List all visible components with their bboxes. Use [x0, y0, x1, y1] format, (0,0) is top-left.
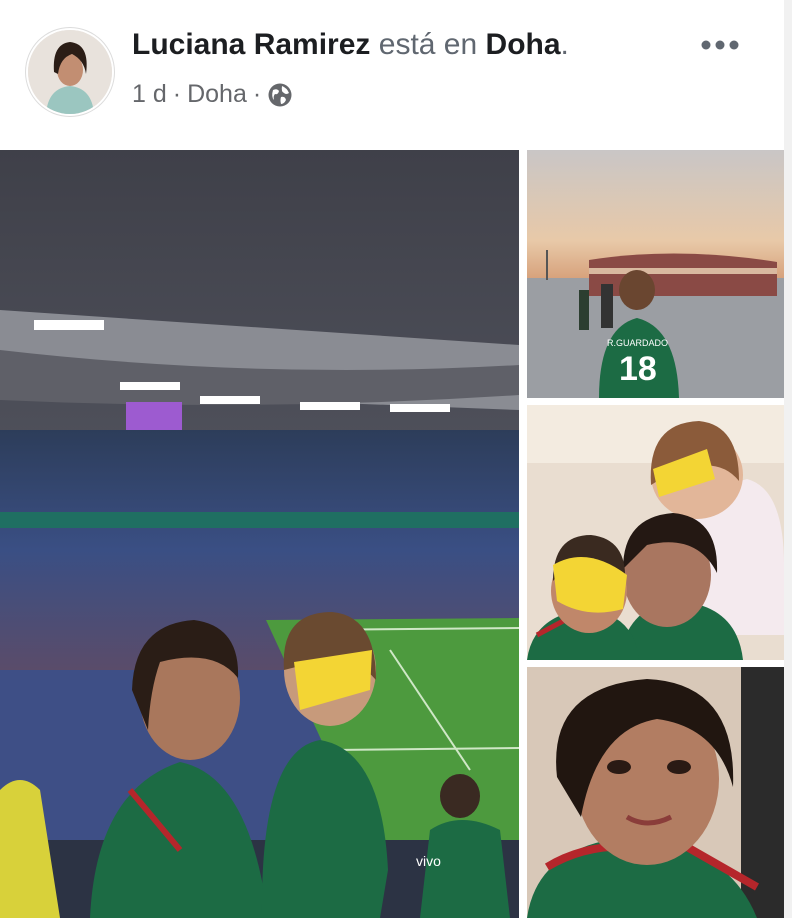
author-avatar[interactable]	[28, 30, 112, 114]
photo-boy-outside-stadium[interactable]: 18 R.GUARDADO	[527, 150, 784, 398]
meta-separator: ·	[252, 80, 262, 108]
photo-woman-selfie[interactable]	[527, 667, 784, 918]
photo-family-selfie[interactable]	[527, 405, 784, 660]
stadium-exterior-image: 18 R.GUARDADO	[527, 150, 784, 398]
stadium-image: vivo	[0, 150, 519, 918]
author-name[interactable]: Luciana Ramirez	[132, 28, 370, 61]
board-text: vivo	[416, 853, 441, 869]
post-timestamp[interactable]: 1 d	[132, 80, 167, 109]
woman-selfie-image	[527, 667, 784, 918]
checkin-verb: está en	[378, 28, 478, 61]
avatar-image	[28, 30, 112, 114]
post-location[interactable]: Doha	[187, 80, 247, 109]
post-header: Luciana Ramirez está en Doha. 1 d · Doha…	[0, 0, 784, 148]
checkin-place[interactable]: Doha	[486, 28, 561, 61]
post-title: Luciana Ramirez está en Doha.	[132, 28, 569, 62]
globe-icon[interactable]	[267, 82, 293, 108]
jersey-number: 18	[619, 350, 657, 388]
jersey-name: R.GUARDADO	[607, 338, 668, 348]
page-edge	[784, 0, 792, 918]
title-punct: .	[560, 28, 569, 61]
post-meta: 1 d · Doha ·	[132, 80, 293, 109]
more-options-button[interactable]	[700, 22, 740, 61]
family-image	[527, 405, 784, 660]
meta-separator: ·	[172, 80, 182, 108]
photo-stadium-selfie[interactable]: vivo	[0, 150, 519, 918]
more-dots-icon	[701, 40, 739, 50]
